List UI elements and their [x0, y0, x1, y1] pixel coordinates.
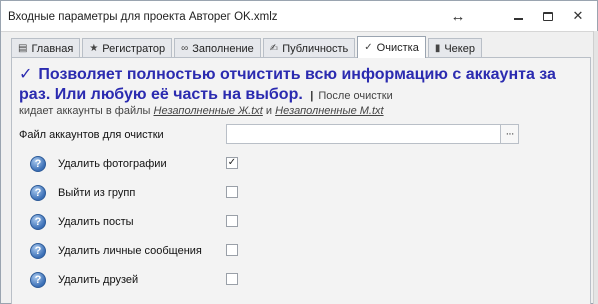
main-tab-icon: ▤	[18, 43, 28, 54]
delete-messages-checkbox[interactable]	[226, 244, 238, 256]
option-delete-photos: ? Удалить фотографии ✓	[1, 156, 598, 176]
description-note: | После очистки	[307, 90, 393, 102]
tab-registrator[interactable]: ★ Регистратор	[82, 38, 173, 58]
title-bar[interactable]: Входные параметры для проекта Авторег OK…	[1, 1, 597, 32]
file-link-female[interactable]: Незаполненные Ж.txt	[154, 105, 263, 117]
help-icon[interactable]: ?	[30, 185, 46, 201]
option-label: Удалить посты	[58, 216, 134, 228]
check-icon: ✓	[364, 42, 373, 53]
tab-cleanup[interactable]: ✓ Очистка	[357, 36, 426, 58]
tab-label: Очистка	[376, 41, 419, 54]
tab-strip: ▤ Главная ★ Регистратор ∞ Заполнение ✍ П…	[11, 36, 484, 58]
option-label: Выйти из групп	[58, 187, 136, 199]
leave-groups-checkbox[interactable]	[226, 186, 238, 198]
option-label: Удалить личные сообщения	[58, 245, 202, 257]
headline-text: Позволяет полностью отчистить всю информ…	[19, 66, 556, 103]
accounts-file-label: Файл аккаунтов для очистки	[19, 129, 164, 141]
note-and: и	[265, 105, 273, 117]
help-icon[interactable]: ?	[30, 243, 46, 259]
help-icon[interactable]: ?	[30, 214, 46, 230]
star-icon: ★	[89, 43, 99, 54]
dialog-window: Входные параметры для проекта Авторег OK…	[0, 0, 598, 304]
option-label: Удалить друзей	[58, 274, 139, 286]
note-part-1: После очистки	[318, 90, 393, 102]
maximize-button[interactable]	[537, 7, 559, 25]
resize-icon[interactable]: ↔	[447, 7, 469, 25]
infinity-icon: ∞	[181, 43, 189, 54]
tab-publicity[interactable]: ✍ Публичность	[262, 38, 356, 58]
description-headline: ✓ Позволяет полностью отчистить всю инфор…	[19, 65, 579, 106]
tab-label: Регистратор	[102, 42, 166, 55]
delete-photos-checkbox[interactable]: ✓	[226, 157, 238, 169]
help-icon[interactable]: ?	[30, 272, 46, 288]
close-icon: ✕	[572, 8, 584, 23]
close-button[interactable]: ✕	[567, 7, 589, 25]
minimize-button[interactable]	[507, 7, 529, 25]
option-delete-posts: ? Удалить посты	[1, 214, 598, 234]
option-delete-friends: ? Удалить друзей	[1, 272, 598, 292]
tab-label: Заполнение	[192, 42, 254, 55]
option-leave-groups: ? Выйти из групп	[1, 185, 598, 205]
tab-main[interactable]: ▤ Главная	[11, 38, 81, 58]
minimize-icon	[513, 18, 523, 20]
option-delete-messages: ? Удалить личные сообщения	[1, 243, 598, 263]
check-icon: ✓	[19, 66, 33, 83]
phone-icon: ▮	[434, 43, 441, 54]
help-icon[interactable]: ?	[30, 156, 46, 172]
window-title: Входные параметры для проекта Авторег OK…	[8, 11, 278, 23]
option-label: Удалить фотографии	[58, 158, 167, 170]
tab-filling[interactable]: ∞ Заполнение	[174, 38, 261, 58]
tab-label: Главная	[31, 42, 74, 55]
tab-checker[interactable]: ▮ Чекер	[427, 38, 482, 58]
signature-icon: ✍	[269, 43, 279, 54]
tab-label: Публичность	[282, 42, 349, 55]
maximize-icon	[543, 11, 553, 21]
browse-button[interactable]: ···	[501, 124, 519, 144]
window-resize-edge[interactable]	[593, 31, 598, 304]
description-subline: кидает аккаунты в файлы Незаполненные Ж.…	[19, 105, 384, 117]
tab-label: Чекер	[444, 42, 475, 55]
accounts-file-input[interactable]	[226, 124, 501, 144]
delete-friends-checkbox[interactable]	[226, 273, 238, 285]
note-part-2: кидает аккаунты в файлы	[19, 105, 151, 117]
separator: |	[310, 90, 314, 102]
file-link-male[interactable]: Незаполненные М.txt	[275, 105, 383, 117]
delete-posts-checkbox[interactable]	[226, 215, 238, 227]
